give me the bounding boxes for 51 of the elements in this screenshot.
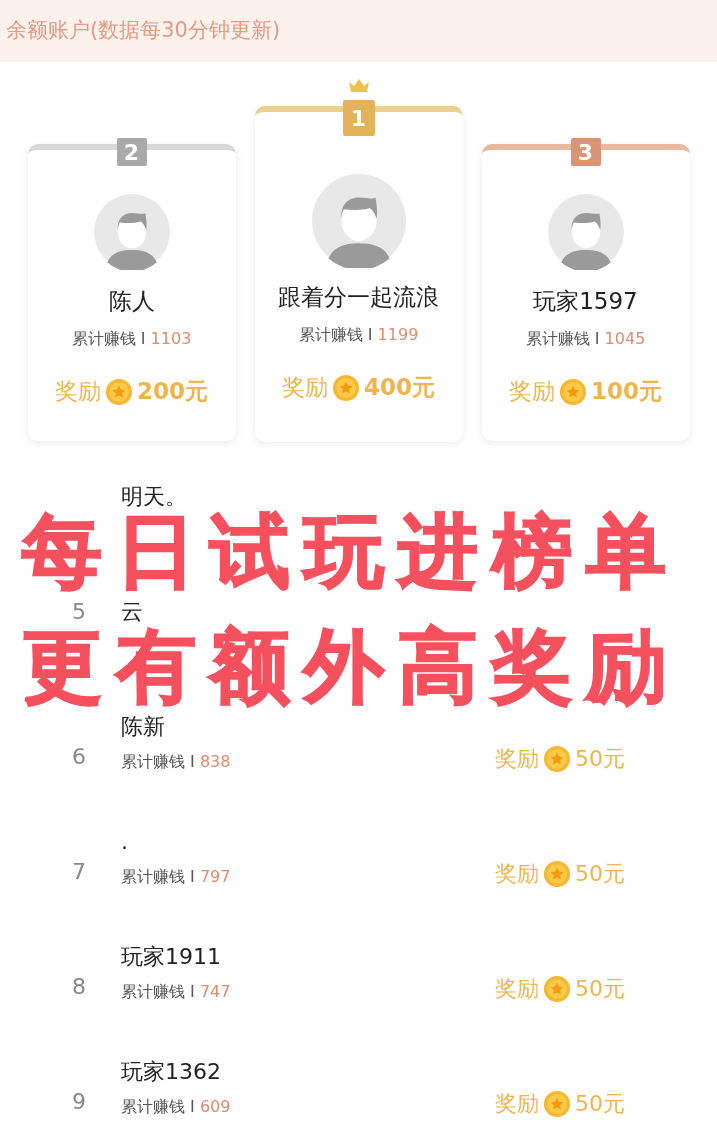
reward-amount: 50元 (575, 860, 625, 888)
player-name: 明天。 (121, 484, 188, 510)
earnings-text: 累计赚钱 I 1045 (525, 329, 646, 350)
avatar-icon (311, 174, 406, 268)
player-name: 跟着分一起流浪 (278, 283, 439, 312)
reward-amount: 50元 (575, 745, 625, 773)
promo-headline: 每日试玩进榜单 (22, 512, 680, 592)
rank-number: 5 (72, 599, 87, 625)
reward-amount: 200元 (137, 377, 208, 406)
earnings-text: 累计赚钱 I 1103 (71, 329, 192, 350)
rank-badge: 2 (116, 138, 147, 166)
reward-label: 奖励 (55, 377, 101, 406)
coin-icon (559, 377, 587, 406)
player-name: 陈人 (108, 287, 155, 316)
avatar-icon (93, 194, 170, 270)
reward-label: 奖励 (495, 860, 539, 888)
reward-label: 奖励 (495, 975, 539, 1003)
rank-number: 9 (72, 1089, 87, 1115)
coin-icon (332, 373, 360, 402)
reward-label: 奖励 (495, 1090, 539, 1118)
coin-icon (105, 377, 133, 406)
reward-amount: 50元 (575, 1090, 625, 1118)
reward-label: 奖励 (495, 745, 539, 773)
coin-icon (543, 860, 571, 888)
reward-amount: 400元 (364, 373, 435, 402)
earnings-text: 累计赚钱 I 609 (121, 1097, 232, 1118)
avatar-icon (547, 194, 624, 270)
player-name: 云 (121, 599, 144, 625)
reward-amount: 50元 (575, 975, 625, 1003)
player-name: 玩家1362 (121, 1059, 222, 1085)
player-name: 陈新 (121, 714, 166, 740)
earnings-text: 累计赚钱 I 1199 (298, 325, 419, 346)
reward-amount: 100元 (591, 377, 662, 406)
coin-icon (543, 1090, 571, 1118)
player-name: 玩家1597 (533, 287, 638, 316)
rank-number: 7 (72, 859, 87, 885)
coin-icon (543, 745, 571, 773)
banner-text: 余额账户(数据每30分钟更新) (6, 18, 281, 42)
rank-badge: 1 (342, 100, 375, 136)
earnings-text: 累计赚钱 I 797 (121, 867, 232, 888)
rank-badge: 3 (570, 138, 601, 166)
rank-number: 6 (72, 744, 87, 770)
coin-icon (543, 975, 571, 1003)
player-name: . (121, 829, 129, 855)
earnings-text: 累计赚钱 I 838 (121, 752, 232, 773)
earnings-text: 累计赚钱 I 747 (121, 982, 232, 1003)
rank-number: 8 (72, 974, 87, 1000)
crown-icon (347, 78, 370, 92)
reward-label: 奖励 (509, 377, 555, 406)
player-name: 玩家1911 (121, 944, 222, 970)
reward-label: 奖励 (282, 373, 328, 402)
